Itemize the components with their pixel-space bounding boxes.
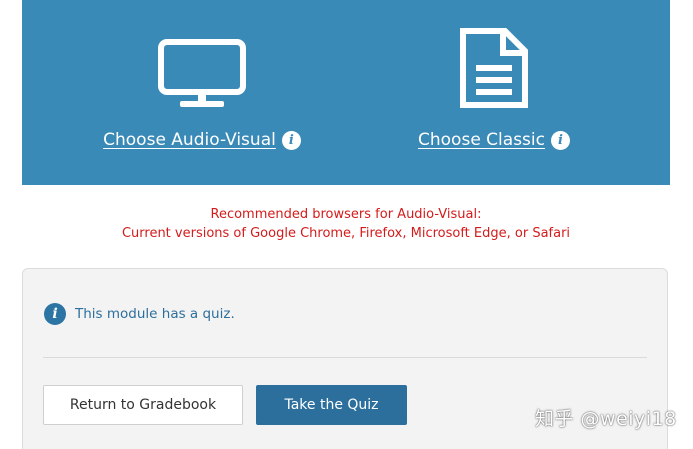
- info-icon[interactable]: i: [281, 130, 301, 150]
- monitor-icon: [158, 39, 246, 107]
- browser-recommendation-notice: Recommended browsers for Audio-Visual: C…: [22, 205, 670, 243]
- choose-classic-option[interactable]: Choose Classic i: [394, 0, 594, 185]
- choose-audio-visual-label[interactable]: Choose Audio-Visual: [103, 130, 276, 150]
- watermark: 知乎 @weiyi18: [535, 408, 677, 430]
- choose-format-panel: Choose Audio-Visual i Choose Classic i: [22, 0, 670, 185]
- choose-audio-visual-link[interactable]: Choose Audio-Visual i: [92, 128, 312, 152]
- page: Choose Audio-Visual i Choose Classic i R…: [0, 0, 693, 449]
- document-icon: [460, 28, 528, 108]
- browser-note-line-2: Current versions of Google Chrome, Firef…: [121, 226, 571, 241]
- info-icon: i: [44, 303, 66, 325]
- quiz-info: i This module has a quiz.: [44, 303, 235, 325]
- browser-note-line-1: Recommended browsers for Audio-Visual:: [210, 207, 482, 222]
- divider: [43, 357, 647, 358]
- take-quiz-button[interactable]: Take the Quiz: [256, 385, 407, 425]
- choose-audio-visual-option[interactable]: Choose Audio-Visual i: [92, 0, 312, 185]
- choose-classic-label[interactable]: Choose Classic: [418, 130, 545, 150]
- quiz-info-text: This module has a quiz.: [75, 306, 235, 322]
- return-to-gradebook-button[interactable]: Return to Gradebook: [43, 385, 243, 425]
- choose-classic-link[interactable]: Choose Classic i: [394, 128, 594, 152]
- info-icon[interactable]: i: [550, 130, 570, 150]
